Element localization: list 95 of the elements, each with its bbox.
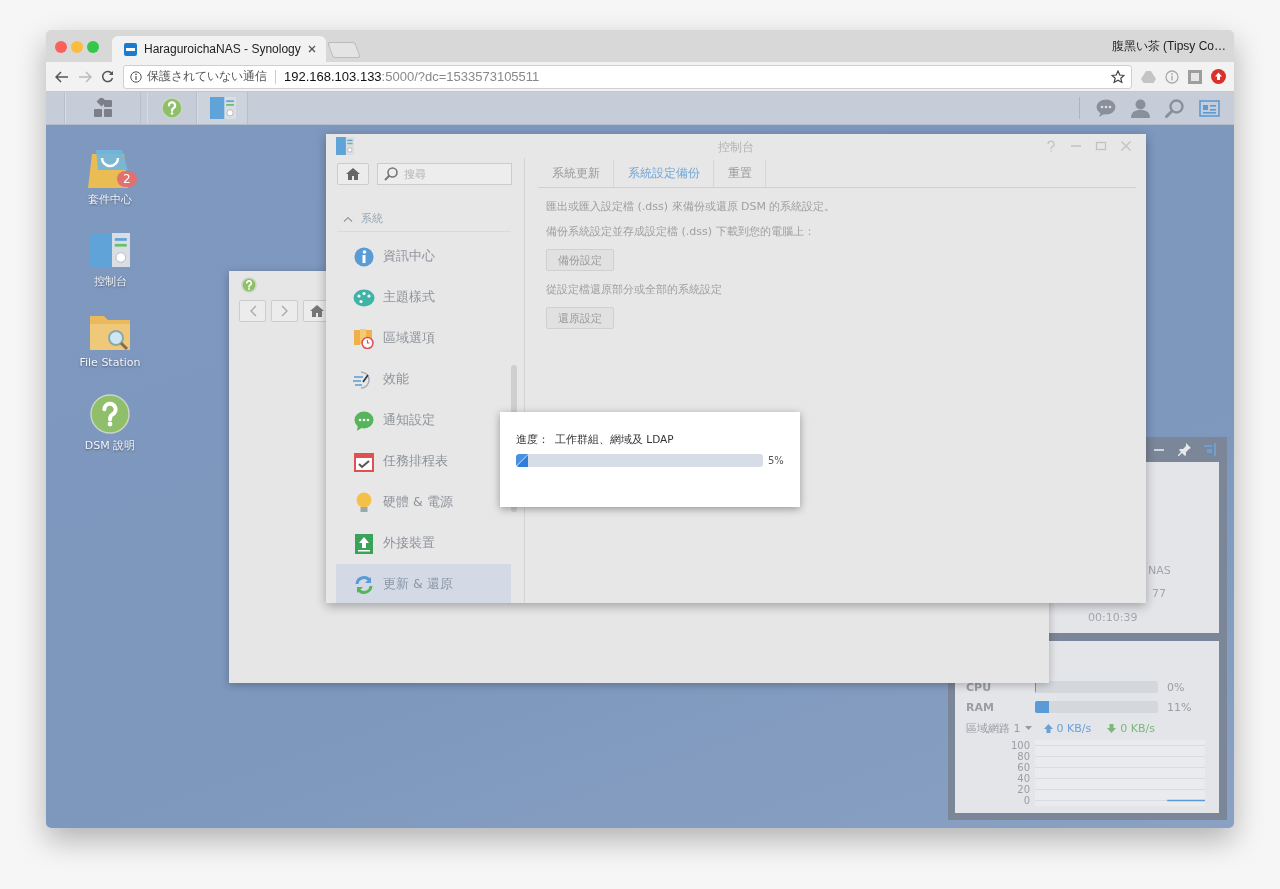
search-icon — [384, 167, 398, 181]
taskbar-app-button[interactable] — [197, 92, 248, 124]
layout-icon[interactable] — [1204, 443, 1217, 456]
desktop-icon-label: 套件中心 — [88, 192, 132, 207]
widgets-icon[interactable] — [1199, 99, 1220, 117]
chevron-up-icon — [343, 215, 353, 222]
description-text: 備份系統設定並存成設定檔 (.dss) 下載到您的電腦上： — [546, 224, 815, 240]
chat-bubble-icon — [354, 410, 374, 431]
chevron-left-icon — [248, 305, 257, 317]
tab[interactable]: 系統設定備份 — [614, 160, 714, 187]
progress-reading: 5% — [768, 455, 784, 466]
desktop-icon-label: 控制台 — [93, 274, 127, 289]
address-bar[interactable]: 保護されていない通信 192.168.103.133:5000/?dc=1533573105511 — [123, 64, 1132, 89]
desktop-icon-label: File Station — [79, 356, 141, 369]
calendar-icon — [354, 451, 374, 472]
description-text: 匯出或匯入設定檔 (.dss) 來備份或還原 DSM 的系統設定。 — [546, 199, 836, 215]
axis-tick-label: 60 — [1017, 762, 1030, 773]
help-icon[interactable] — [90, 394, 130, 434]
profile-name[interactable]: 腹黑い茶 (Tipsy Co… — [1111, 37, 1234, 55]
tab[interactable]: 系統更新 — [538, 160, 614, 187]
axis-tick-label: 80 — [1017, 751, 1030, 762]
zoom-window-dot[interactable] — [87, 41, 99, 53]
section-header[interactable]: 系統 — [337, 211, 511, 232]
system-info-text: NAS — [1148, 564, 1171, 577]
usage-reading: 0% — [1167, 680, 1185, 694]
system-info-text: 77 — [1152, 587, 1166, 600]
map-clock-icon — [354, 328, 374, 349]
help-icon — [241, 277, 257, 293]
info-icon — [354, 246, 374, 267]
sidebar-item[interactable]: 外接裝置 — [336, 523, 511, 564]
arrow-down-icon — [1107, 723, 1117, 733]
close-window-dot[interactable] — [55, 41, 67, 53]
caret-icon[interactable] — [1024, 726, 1032, 730]
progress-task: 工作群組、網域及 LDAP — [555, 433, 674, 447]
action-button[interactable]: 備份設定 — [546, 249, 614, 271]
control-panel-icon — [209, 97, 236, 119]
reload-icon[interactable] — [101, 70, 114, 83]
usage-reading: 11% — [1167, 700, 1192, 714]
axis-tick-label: 40 — [1017, 773, 1030, 784]
square-icon[interactable] — [1188, 69, 1202, 84]
info-icon[interactable] — [1165, 69, 1179, 84]
favicon-icon — [124, 42, 137, 56]
search-icon[interactable] — [1165, 98, 1184, 118]
desktop-icon-label: DSM 說明 — [84, 438, 136, 453]
palette-icon — [353, 288, 375, 307]
upload-speed: 0 KB/s — [1056, 721, 1092, 735]
lightbulb-icon — [356, 491, 372, 514]
resource-label: CPU — [966, 680, 993, 694]
sidebar-item[interactable]: 更新 & 還原 — [336, 564, 511, 603]
close-icon[interactable] — [307, 45, 316, 53]
control-panel-icon[interactable] — [90, 233, 130, 267]
grid-icon — [93, 98, 113, 118]
home-button[interactable] — [337, 163, 369, 185]
new-tab-button[interactable] — [326, 42, 361, 58]
home-icon — [346, 168, 360, 180]
chart-line — [1166, 799, 1205, 802]
forward-button[interactable] — [271, 300, 298, 322]
description-text: 從設定檔還原部分或全部的系統設定 — [546, 282, 722, 298]
refresh-icon — [354, 574, 374, 595]
arrow-up-icon — [1043, 723, 1053, 733]
back-button[interactable] — [239, 300, 266, 322]
sidebar-item[interactable]: 資訊中心 — [336, 236, 511, 277]
minimize-window-dot[interactable] — [71, 41, 83, 53]
sidebar-item[interactable]: 區域選項 — [336, 318, 511, 359]
browser-tab[interactable]: HaraguroichaNAS - Synology — [112, 36, 326, 62]
network-label[interactable]: 區域網路 1 — [966, 720, 1021, 736]
progress-label: 進度： — [516, 433, 549, 447]
system-info-text: 00:10:39 — [1088, 611, 1138, 624]
main-menu-button[interactable] — [65, 92, 141, 124]
pin-icon[interactable] — [1178, 443, 1191, 456]
axis-tick-label: 100 — [1010, 740, 1030, 751]
star-icon[interactable] — [1111, 69, 1125, 84]
chevron-right-icon — [280, 305, 289, 317]
forward-arrow-icon[interactable] — [78, 70, 92, 83]
info-icon — [130, 70, 142, 83]
sidebar-item[interactable]: 效能 — [336, 359, 511, 400]
help-icon — [161, 97, 183, 119]
home-icon — [309, 305, 324, 317]
chat-icon[interactable] — [1096, 99, 1116, 117]
tab[interactable]: 重置 — [714, 160, 766, 187]
resource-label: RAM — [966, 700, 995, 714]
user-icon[interactable] — [1131, 98, 1150, 118]
axis-tick-label: 0 — [1023, 795, 1030, 806]
upload-badge-icon[interactable] — [1211, 69, 1226, 84]
notification-badge: 2 — [117, 171, 137, 187]
control-panel-icon — [336, 137, 354, 155]
upload-icon — [355, 533, 373, 554]
maximize-icon[interactable] — [1095, 140, 1107, 152]
sidebar-item[interactable]: 主題樣式 — [336, 277, 511, 318]
taskbar-app-button[interactable] — [147, 92, 197, 124]
back-arrow-icon[interactable] — [55, 70, 69, 83]
download-speed: 0 KB/s — [1120, 721, 1155, 735]
help-icon[interactable] — [1045, 140, 1057, 152]
action-button[interactable]: 還原設定 — [546, 307, 614, 329]
axis-tick-label: 20 — [1017, 784, 1030, 795]
